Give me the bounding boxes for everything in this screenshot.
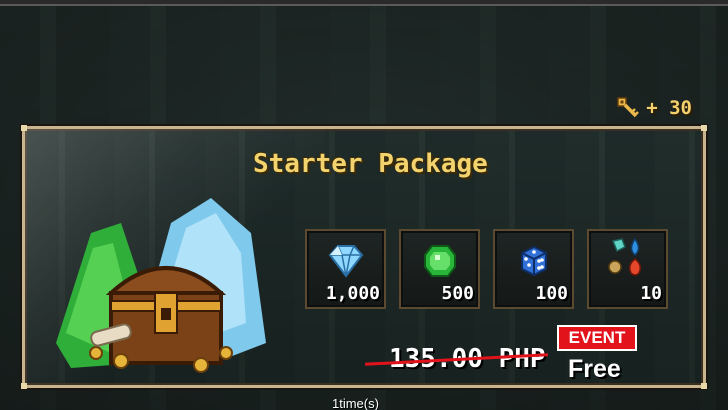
package-title: Starter Package — [253, 149, 488, 179]
diamond-icon — [328, 245, 363, 278]
item-slot-elemental-gems[interactable]: 10 — [587, 229, 668, 309]
key-icon — [617, 97, 640, 118]
event-badge: EVENT — [557, 325, 637, 351]
item-slot-emeralds[interactable]: 500 — [399, 229, 480, 309]
emerald-icon — [423, 245, 456, 277]
package-items: 1,000 500 100 10 — [305, 229, 668, 309]
key-reward: + 30 — [616, 95, 692, 121]
item-quantity: 1,000 — [325, 283, 380, 304]
purchase-limit: 1time(s) — [332, 396, 379, 410]
item-quantity: 10 — [640, 283, 662, 304]
elemental-gems-icon — [607, 237, 641, 276]
treasure-chest-icon — [56, 198, 266, 373]
item-quantity: 500 — [441, 283, 474, 304]
reward-text: + 30 — [646, 97, 692, 119]
item-slot-dice[interactable]: 100 — [493, 229, 574, 309]
item-slot-diamonds[interactable]: 1,000 — [305, 229, 386, 309]
starter-package-card[interactable]: Starter Package 1,000 500 100 10 EVENT F… — [21, 125, 707, 389]
item-quantity: 100 — [535, 283, 568, 304]
buy-free-button[interactable]: Free — [568, 355, 621, 384]
dice-icon — [520, 245, 547, 277]
